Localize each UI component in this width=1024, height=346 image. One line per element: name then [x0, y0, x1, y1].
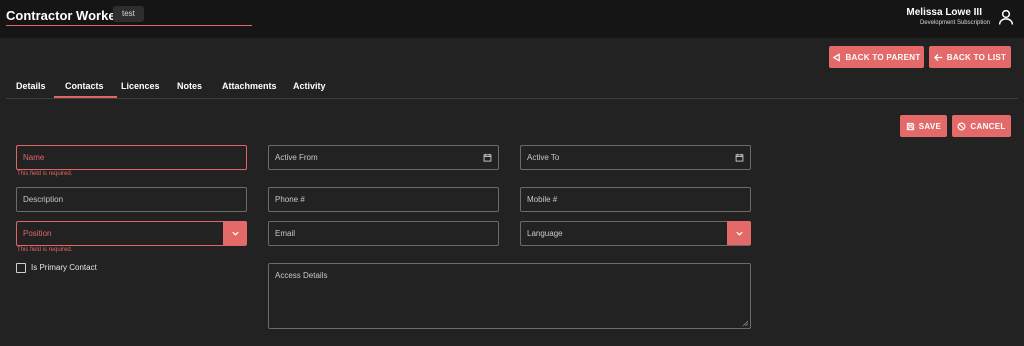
email-placeholder: Email — [275, 229, 296, 238]
position-error-message: This field is required. — [17, 247, 73, 253]
position-dropdown-button[interactable] — [223, 221, 247, 245]
mobile-field[interactable]: Mobile # — [520, 187, 751, 212]
calendar-icon[interactable] — [483, 153, 492, 162]
active-from-placeholder: Active From — [275, 153, 318, 162]
email-field[interactable]: Email — [268, 221, 499, 246]
tab-attachments[interactable]: Attachments — [222, 81, 277, 91]
name-placeholder: Name — [23, 153, 45, 162]
tab-bar: Details Contacts Licences Notes Attachme… — [6, 77, 1018, 99]
page-title: Contractor Worker — [6, 8, 121, 23]
save-label: SAVE — [918, 121, 942, 131]
tab-details[interactable]: Details — [16, 81, 46, 91]
language-dropdown-button[interactable] — [727, 221, 751, 245]
calendar-icon[interactable] — [735, 153, 744, 162]
save-icon — [906, 122, 914, 130]
description-field[interactable]: Description — [16, 187, 247, 212]
user-name: Melissa Lowe III — [906, 7, 982, 18]
active-tab-indicator — [54, 96, 117, 98]
tab-activity[interactable]: Activity — [293, 81, 326, 91]
back-triangle-icon — [833, 52, 841, 62]
active-to-placeholder: Active To — [527, 153, 560, 162]
access-details-placeholder: Access Details — [275, 271, 328, 280]
phone-field[interactable]: Phone # — [268, 187, 499, 212]
is-primary-contact-label: Is Primary Contact — [31, 263, 97, 272]
active-from-field[interactable]: Active From — [268, 145, 499, 170]
access-details-textarea[interactable]: Access Details — [268, 263, 751, 329]
tab-notes[interactable]: Notes — [177, 81, 202, 91]
cancel-icon — [957, 122, 966, 130]
top-bar: Contractor Worker test Melissa Lowe III … — [0, 0, 1024, 38]
back-to-list-button[interactable]: BACK TO LIST — [929, 46, 1011, 68]
subscription-label: Development Subscription — [919, 20, 990, 26]
language-select[interactable]: Language — [520, 221, 751, 246]
name-error-message: This field is required. — [17, 171, 73, 177]
environment-badge: test — [113, 6, 144, 22]
tab-contacts[interactable]: Contacts — [65, 81, 104, 91]
back-to-parent-button[interactable]: BACK TO PARENT — [829, 46, 924, 68]
position-select[interactable]: Position — [16, 221, 247, 246]
user-account-icon[interactable] — [997, 8, 1015, 26]
mobile-placeholder: Mobile # — [527, 195, 558, 204]
title-underline — [6, 25, 252, 26]
is-primary-contact-checkbox[interactable] — [16, 263, 26, 273]
active-to-field[interactable]: Active To — [520, 145, 751, 170]
position-placeholder: Position — [23, 229, 52, 238]
description-placeholder: Description — [23, 195, 64, 204]
tab-licences[interactable]: Licences — [121, 81, 160, 91]
save-button[interactable]: SAVE — [900, 115, 947, 137]
cancel-label: CANCEL — [970, 121, 1006, 131]
chevron-down-icon — [231, 231, 239, 236]
cancel-button[interactable]: CANCEL — [952, 115, 1011, 137]
resize-grip-icon[interactable] — [742, 320, 748, 326]
chevron-down-icon — [735, 231, 743, 236]
back-to-parent-label: BACK TO PARENT — [845, 52, 921, 62]
arrow-left-icon — [933, 53, 942, 61]
language-placeholder: Language — [527, 229, 563, 238]
name-field[interactable]: Name — [16, 145, 247, 170]
back-to-list-label: BACK TO LIST — [946, 52, 1007, 62]
phone-placeholder: Phone # — [275, 195, 305, 204]
